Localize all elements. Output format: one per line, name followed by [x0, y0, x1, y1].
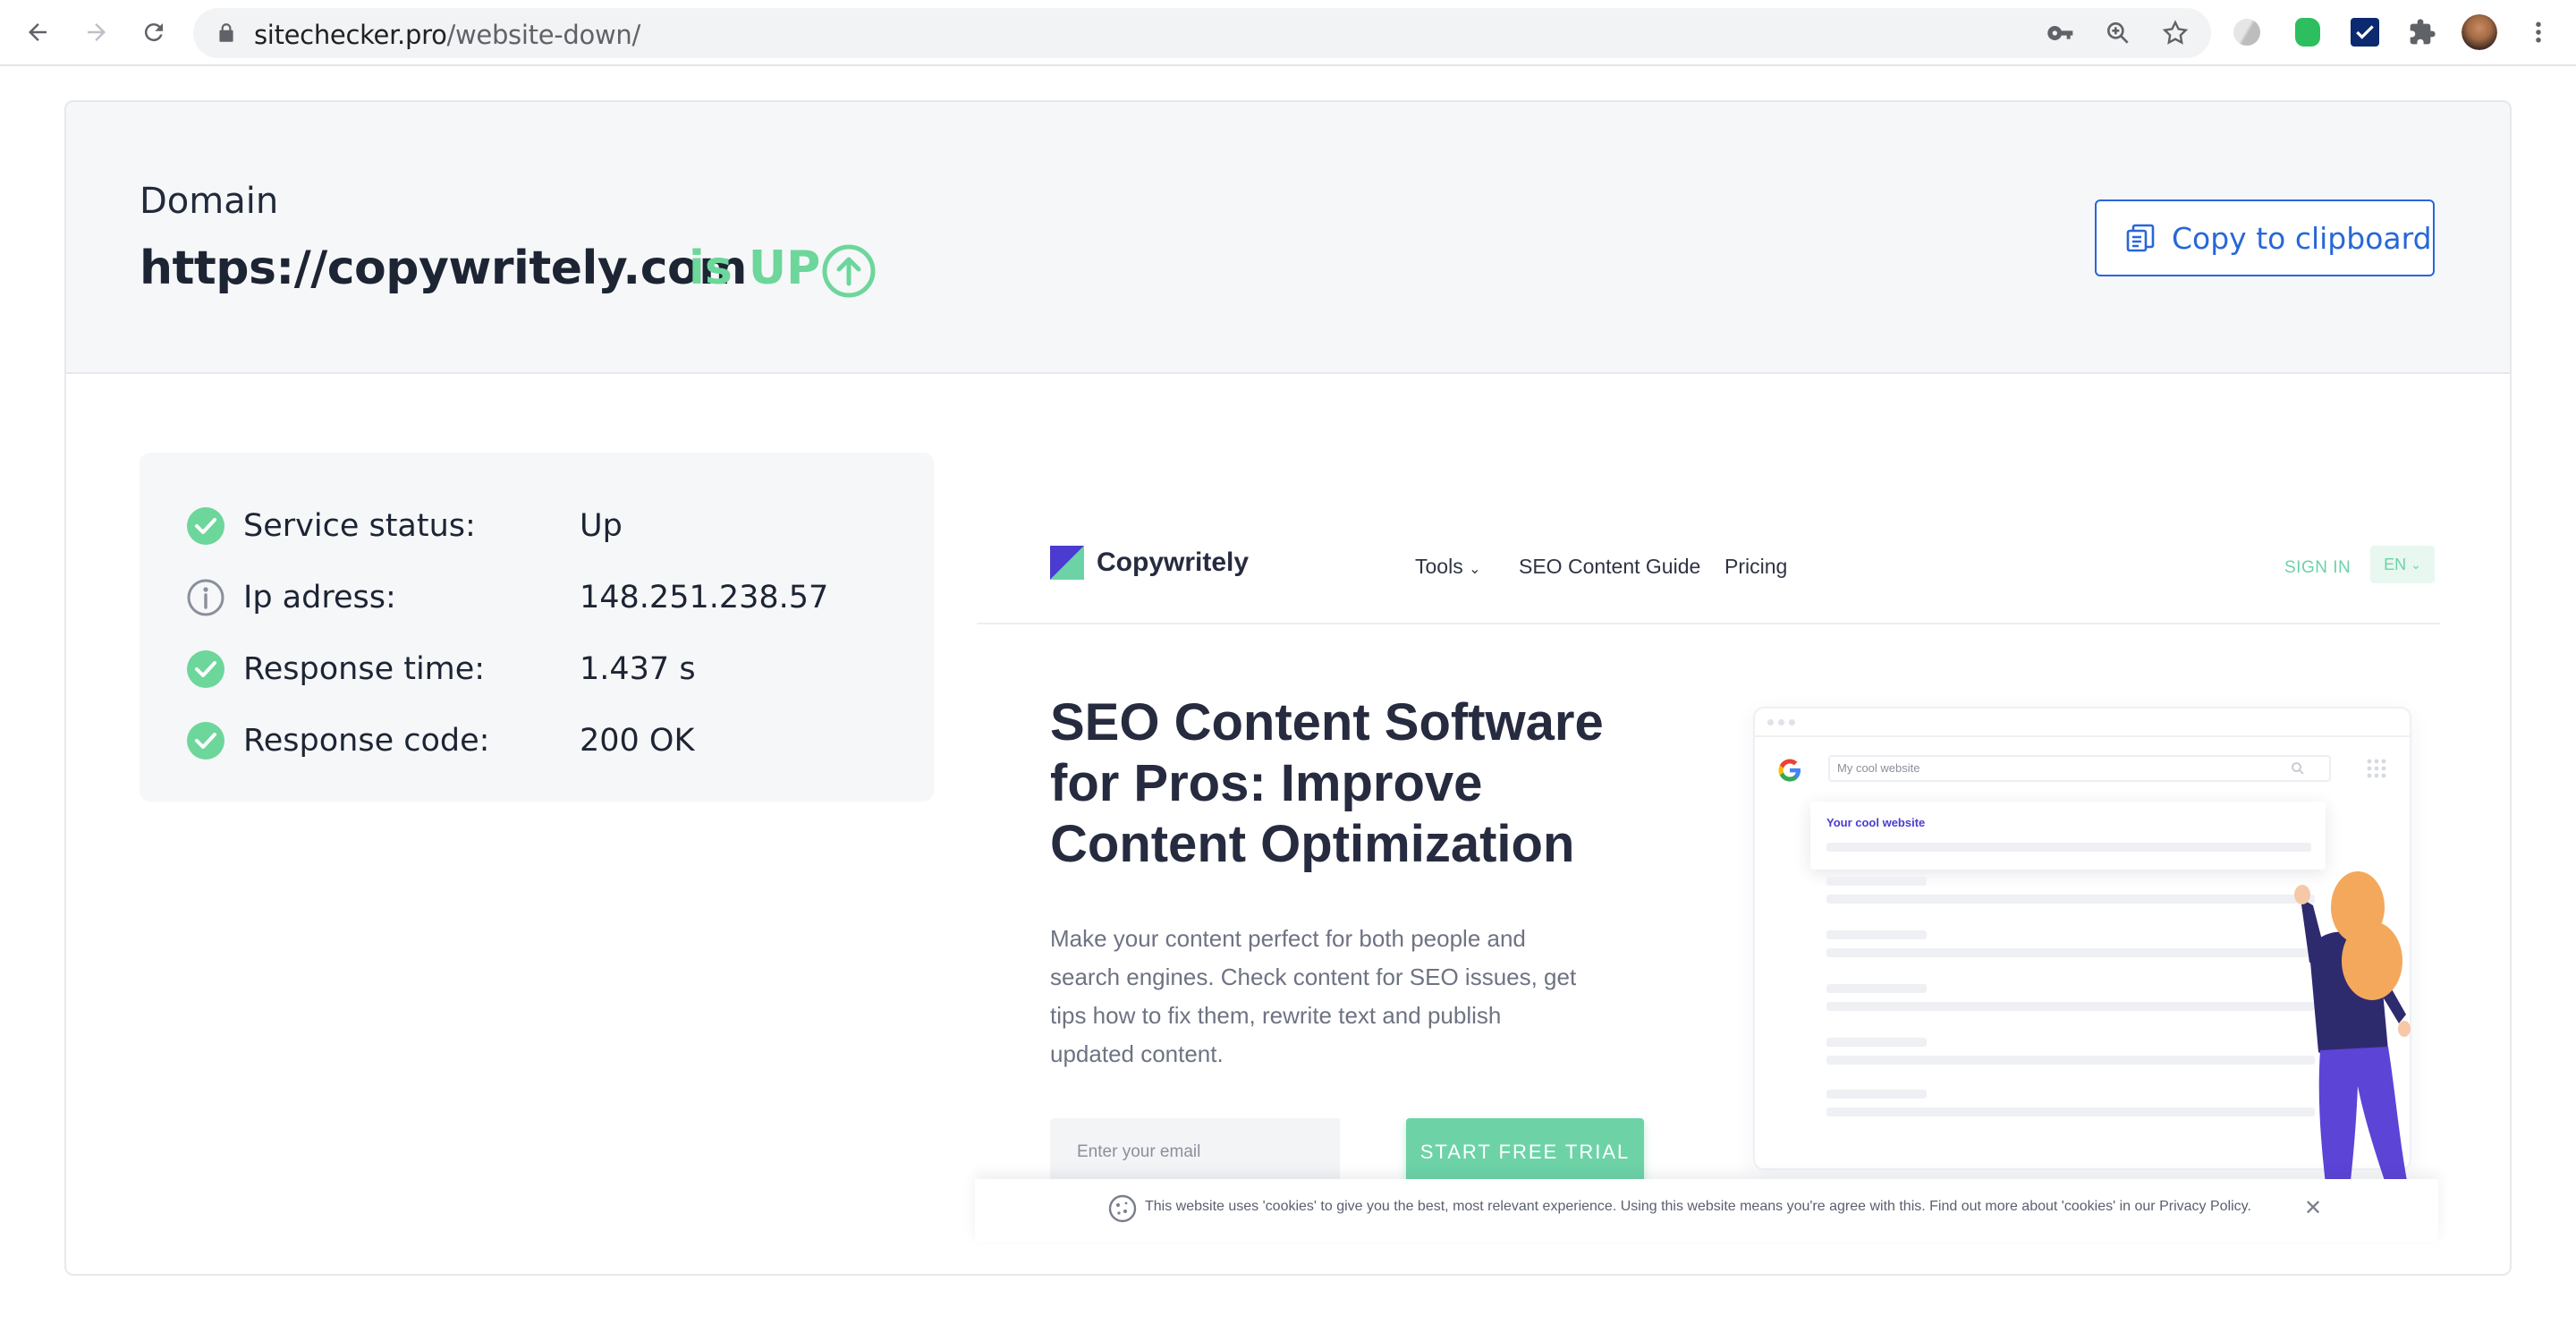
info-panel: Service status: Up Ip adress: 148.251.23…: [140, 453, 934, 802]
preview-email-input[interactable]: Enter your email: [1050, 1118, 1340, 1186]
domain-label: Domain: [140, 181, 279, 222]
preview-signin-link[interactable]: SIGN IN: [2284, 558, 2351, 578]
arrow-right-icon: [88, 23, 106, 41]
info-circle-icon: [187, 579, 225, 616]
apps-grid-icon: [2367, 759, 2386, 778]
cookie-close-button[interactable]: ✕: [2304, 1195, 2322, 1221]
check-circle-icon: [187, 722, 225, 760]
check-circle-icon: [187, 507, 225, 545]
cookie-icon: [1108, 1194, 1137, 1223]
lock-icon: [219, 23, 233, 42]
start-free-trial-button[interactable]: START FREE TRIAL: [1406, 1118, 1644, 1186]
brand-name: Copywritely: [1097, 547, 1250, 577]
copywritely-logo-icon: [1050, 546, 1084, 580]
preview-description: Make your content perfect for both peopl…: [1050, 925, 1577, 1067]
more-vert-icon: [2536, 21, 2541, 43]
copy-label: Copy to clipboard: [2172, 220, 2432, 256]
cookie-text: This website uses 'cookies' to give you …: [1145, 1199, 2251, 1214]
info-row-response-code: Response code: 200 OK: [186, 714, 902, 768]
zoom-icon[interactable]: [2104, 19, 2132, 47]
mock-result-card: Your cool website: [1810, 802, 2326, 870]
info-label: Service status:: [243, 508, 476, 544]
google-icon: [1778, 759, 1801, 782]
checkbox-extension-icon[interactable]: [2347, 14, 2383, 50]
info-row-service-status: Service status: Up: [186, 499, 902, 553]
preview-headline: SEO Content Software for Pros: Improve C…: [1050, 693, 1604, 873]
info-value: 200 OK: [580, 723, 695, 759]
browser-toolbar: sitechecker.pro/website-down/: [0, 0, 2576, 66]
preview-divider: [977, 623, 2440, 624]
preview-language-select[interactable]: EN ⌄: [2370, 546, 2435, 583]
info-value: 148.251.238.57: [580, 580, 829, 615]
info-label: Response code:: [243, 723, 490, 759]
domain-header: Domain https://copywritely.com is UP Cop…: [66, 102, 2510, 374]
key-icon[interactable]: [2046, 19, 2075, 47]
preview-nav-tools[interactable]: Tools ⌄: [1415, 555, 1481, 579]
url-text: sitechecker.pro/website-down/: [254, 20, 640, 50]
preview-nav-seo-guide[interactable]: SEO Content Guide: [1519, 555, 1700, 579]
chevron-down-icon: ⌄: [1469, 562, 1481, 577]
arrow-up-circle-icon: [822, 244, 876, 298]
window-dots: [1767, 719, 1795, 726]
status-text: is UP: [689, 242, 821, 295]
puzzle-icon[interactable]: [2404, 14, 2440, 50]
info-row-ip-address: Ip adress: 148.251.238.57: [186, 571, 902, 624]
copy-to-clipboard-button[interactable]: Copy to clipboard: [2095, 199, 2435, 276]
avatar[interactable]: [2462, 14, 2497, 50]
address-bar[interactable]: sitechecker.pro/website-down/: [193, 8, 2211, 58]
website-preview: Copywritely Tools ⌄ SEO Content Guide Pr…: [977, 453, 2440, 1274]
reload-icon: [144, 23, 163, 42]
mock-search-field: My cool website: [1828, 755, 2331, 782]
forward-button[interactable]: [77, 13, 116, 52]
reload-button[interactable]: [134, 13, 174, 52]
info-label: Response time:: [243, 651, 486, 687]
menu-kebab-button[interactable]: [2519, 13, 2558, 52]
info-value: Up: [580, 508, 623, 544]
preview-nav-pricing[interactable]: Pricing: [1724, 555, 1787, 579]
info-row-response-time: Response time: 1.437 s: [186, 642, 902, 696]
chevron-down-icon: ⌄: [2411, 556, 2421, 572]
arrow-left-icon: [29, 23, 47, 41]
copy-icon: [2126, 224, 2155, 252]
star-icon[interactable]: [2161, 19, 2190, 47]
info-label: Ip adress:: [243, 580, 396, 615]
preview-brand: Copywritely: [1050, 546, 1249, 580]
back-button[interactable]: [18, 13, 57, 52]
info-value: 1.437 s: [580, 651, 696, 687]
search-icon: [2292, 762, 2304, 775]
extension-grey-icon[interactable]: [2229, 14, 2265, 50]
evernote-icon[interactable]: [2290, 14, 2326, 50]
cookie-banner: This website uses 'cookies' to give you …: [975, 1179, 2438, 1242]
check-circle-icon: [187, 650, 225, 688]
domain-url: https://copywritely.com: [140, 242, 747, 295]
result-card: Domain https://copywritely.com is UP Cop…: [64, 100, 2512, 1276]
